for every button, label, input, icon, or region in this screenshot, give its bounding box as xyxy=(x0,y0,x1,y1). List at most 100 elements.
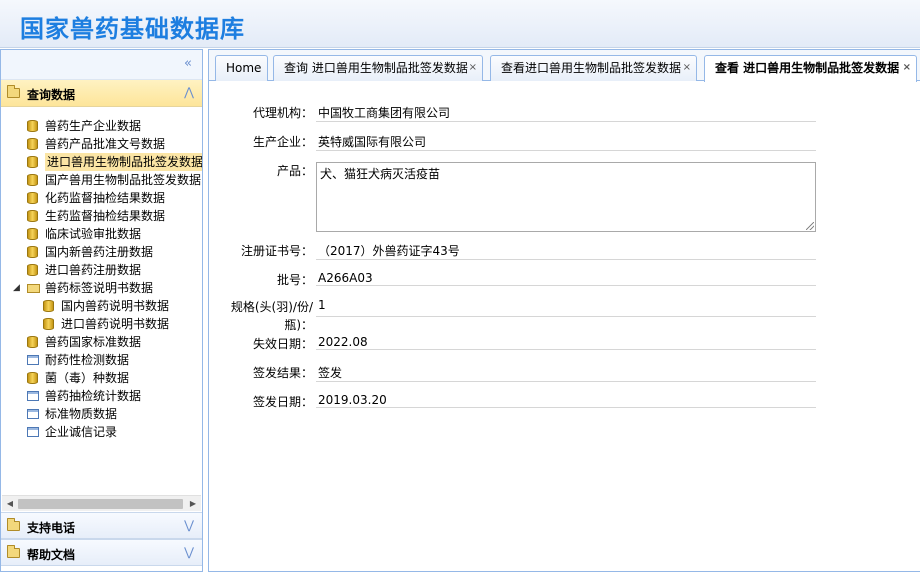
expand-triangle-icon[interactable]: ◢ xyxy=(13,279,20,297)
tree-item-label: 耐药性检测数据 xyxy=(45,353,130,367)
database-icon xyxy=(27,372,38,384)
nav-tree: 兽药生产企业数据兽药产品批准文号数据进口兽用生物制品批签发数据国产兽用生物制品批… xyxy=(1,107,202,495)
tree-item[interactable]: 国产兽用生物制品批签发数据 xyxy=(1,171,202,189)
main-panel: Home 查询 进口兽用生物制品批签发数据 × 查看进口兽用生物制品批签发数据 … xyxy=(208,49,920,572)
tree-item[interactable]: 进口兽用生物制品批签发数据 xyxy=(1,153,202,171)
field-value: A266A03 xyxy=(316,271,816,286)
product-textarea[interactable]: 犬、猫狂犬病灭活疫苗 xyxy=(316,162,816,232)
field-label: 规格(头(羽)/份/ xyxy=(230,300,313,314)
field-label: 签发结果： xyxy=(252,366,313,380)
field-label: 注册证书号： xyxy=(240,244,313,258)
tab-label: 查看进口兽用生物制品批签发数据 xyxy=(501,61,682,75)
tab-home[interactable]: Home xyxy=(215,55,268,81)
tree-item[interactable]: ◢ 兽药标签说明书数据 xyxy=(1,279,202,297)
accordion-support-phone[interactable]: 支持电话 ⋁ xyxy=(1,512,202,539)
database-icon xyxy=(27,138,38,150)
chevron-down-icon[interactable]: ⋁ xyxy=(184,518,194,532)
tree-item-label: 企业诚信记录 xyxy=(45,425,118,439)
database-icon xyxy=(27,192,38,204)
accordion-query-data[interactable]: 查询数据 ⋀ xyxy=(1,80,202,107)
field-label: 产品： xyxy=(276,164,313,178)
accordion-label: 支持电话 xyxy=(27,521,76,535)
database-icon xyxy=(27,174,38,186)
chevron-down-icon[interactable]: ⋁ xyxy=(184,545,194,559)
accordion-label: 帮助文档 xyxy=(27,548,76,562)
tree-item-label: 国产兽用生物制品批签发数据 xyxy=(45,173,202,187)
tree-item[interactable]: 兽药产品批准文号数据 xyxy=(1,135,202,153)
tree-item-label: 临床试验审批数据 xyxy=(45,227,142,241)
folder-icon xyxy=(7,518,20,531)
field-value: 2022.08 xyxy=(316,335,816,350)
field-label: 代理机构： xyxy=(252,106,313,120)
tree-item-label: 兽药产品批准文号数据 xyxy=(45,137,166,151)
page-icon xyxy=(27,409,39,419)
tab-bar: Home 查询 进口兽用生物制品批签发数据 × 查看进口兽用生物制品批签发数据 … xyxy=(209,50,920,82)
folder-icon xyxy=(7,85,20,98)
field-label: 批号： xyxy=(276,273,313,287)
tree-item[interactable]: 企业诚信记录 xyxy=(1,423,202,441)
scroll-left-icon[interactable]: ◀ xyxy=(4,498,16,510)
tab-view-import-bio-1[interactable]: 查看进口兽用生物制品批签发数据 × xyxy=(490,55,697,81)
tree-item[interactable]: 兽药抽检统计数据 xyxy=(1,387,202,405)
collapse-double-left-icon[interactable]: « xyxy=(181,57,195,71)
close-icon[interactable]: × xyxy=(469,56,477,80)
accordion-help-docs[interactable]: 帮助文档 ⋁ xyxy=(1,539,202,566)
tree-item-label: 兽药标签说明书数据 xyxy=(45,281,154,295)
tree-item-label: 进口兽药说明书数据 xyxy=(61,317,170,331)
tree-item[interactable]: 兽药国家标准数据 xyxy=(1,333,202,351)
field-value: （2017）外兽药证字43号 xyxy=(316,242,816,260)
resize-grip-icon[interactable] xyxy=(806,222,814,230)
tree-item-label: 国内新兽药注册数据 xyxy=(45,245,154,259)
folder-icon xyxy=(27,284,40,293)
close-icon[interactable]: × xyxy=(903,56,911,80)
tree-item-label: 兽药生产企业数据 xyxy=(45,119,142,133)
field-label: 失效日期： xyxy=(252,337,313,351)
tree-item[interactable]: 进口兽药注册数据 xyxy=(1,261,202,279)
close-icon[interactable]: × xyxy=(683,56,691,80)
tab-label: 查询 进口兽用生物制品批签发数据 xyxy=(284,61,468,75)
tree-item[interactable]: 兽药生产企业数据 xyxy=(1,117,202,135)
tree-item[interactable]: 临床试验审批数据 xyxy=(1,225,202,243)
tab-label: Home xyxy=(226,61,262,75)
tree-item[interactable]: 进口兽药说明书数据 xyxy=(1,315,202,333)
tree-item[interactable]: 国内新兽药注册数据 xyxy=(1,243,202,261)
tab-view-import-bio-active[interactable]: 查看 进口兽用生物制品批签发数据 × xyxy=(704,55,917,82)
database-icon xyxy=(27,210,38,222)
site-title: 国家兽药基础数据库 xyxy=(20,15,245,43)
tree-item-label: 兽药国家标准数据 xyxy=(45,335,142,349)
textarea-value: 犬、猫狂犬病灭活疫苗 xyxy=(320,167,441,181)
field-value: 2019.03.20 xyxy=(316,393,816,408)
tree-item-label: 化药监督抽检结果数据 xyxy=(45,191,166,205)
field-label: 签发日期： xyxy=(252,395,313,409)
field-value: 中国牧工商集团有限公司 xyxy=(316,104,816,122)
database-icon xyxy=(27,156,38,168)
chevron-up-icon[interactable]: ⋀ xyxy=(184,85,194,99)
tab-query-import-bio[interactable]: 查询 进口兽用生物制品批签发数据 × xyxy=(273,55,483,81)
sidebar-toolbar: « xyxy=(1,50,202,80)
horizontal-scrollbar[interactable]: ◀ ▶ xyxy=(2,495,201,511)
tree-item[interactable]: 菌（毒）种数据 xyxy=(1,369,202,387)
tree-item-label: 进口兽药注册数据 xyxy=(45,263,142,277)
tree-item[interactable]: 耐药性检测数据 xyxy=(1,351,202,369)
accordion-label: 查询数据 xyxy=(27,88,76,102)
tree-item-label: 生药监督抽检结果数据 xyxy=(45,209,166,223)
page-icon xyxy=(27,427,39,437)
scroll-right-icon[interactable]: ▶ xyxy=(187,498,199,510)
database-icon xyxy=(27,228,38,240)
database-icon xyxy=(27,264,38,276)
field-value: 签发 xyxy=(316,364,816,382)
tree-item[interactable]: 化药监督抽检结果数据 xyxy=(1,189,202,207)
tree-item[interactable]: 标准物质数据 xyxy=(1,405,202,423)
tree-item[interactable]: 国内兽药说明书数据 xyxy=(1,297,202,315)
scroll-thumb[interactable] xyxy=(18,499,183,509)
tree-item-label: 兽药抽检统计数据 xyxy=(45,389,142,403)
field-label-continued: 瓶)： xyxy=(284,318,313,332)
database-icon xyxy=(27,336,38,348)
tree-item-label: 标准物质数据 xyxy=(45,407,118,421)
page-icon xyxy=(27,355,39,365)
database-icon xyxy=(27,120,38,132)
field-value: 英特威国际有限公司 xyxy=(316,133,816,151)
database-icon xyxy=(43,318,54,330)
app-header: 国家兽药基础数据库 xyxy=(0,0,920,48)
tree-item[interactable]: 生药监督抽检结果数据 xyxy=(1,207,202,225)
